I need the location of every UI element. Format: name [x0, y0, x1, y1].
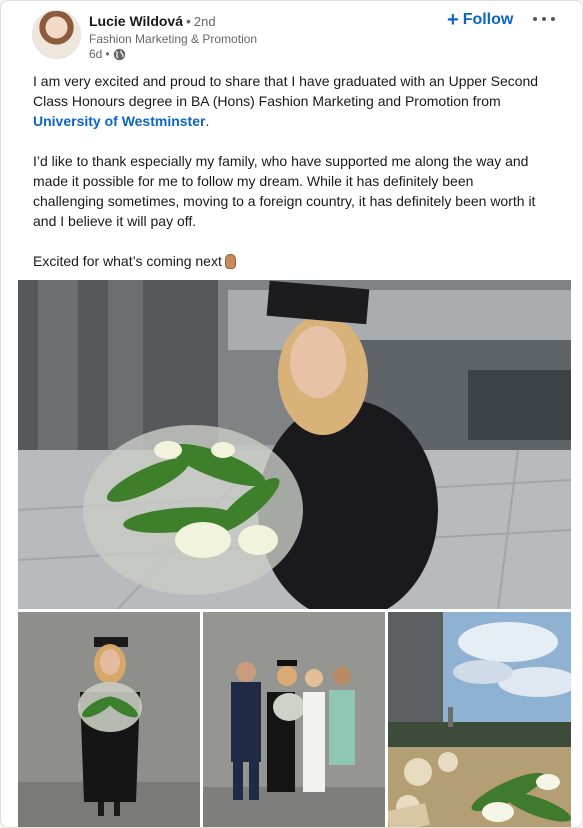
follow-button[interactable]: + Follow	[447, 8, 513, 32]
follow-label: Follow	[462, 11, 514, 28]
globe-icon	[113, 48, 126, 61]
post-text-line: Class Honours degree in BA (Hons) Fashio…	[33, 93, 501, 109]
post-meta: 6d •	[89, 47, 126, 61]
post-text-line: Excited for what’s coming next	[33, 251, 558, 271]
post-text-line: made it possible for me to follow my dre…	[33, 173, 474, 189]
post-text-line: I’d like to thank especially my family, …	[33, 153, 529, 169]
plus-icon: +	[447, 9, 459, 31]
post-time: 6d	[89, 47, 103, 61]
post-text-line: I am very excited and proud to share tha…	[33, 73, 539, 89]
post-card: Lucie Wildová • 2nd Fashion Marketing & Pr…	[0, 0, 583, 828]
separator-dot: •	[105, 47, 110, 61]
author-avatar[interactable]	[32, 10, 81, 59]
author-name[interactable]: Lucie Wildová	[89, 13, 183, 29]
post-text-line: challenging sometimes, moving to a forei…	[33, 193, 536, 209]
post-image-thumbnail[interactable]	[203, 612, 385, 827]
post-image-main[interactable]	[18, 280, 571, 609]
crossed-fingers-emoji-icon	[224, 254, 236, 269]
university-link[interactable]: University of Westminster	[33, 113, 205, 129]
author-line: Lucie Wildová • 2nd	[89, 13, 216, 29]
post-text-line: University of Westminster.	[33, 113, 210, 129]
author-headline: Fashion Marketing & Promotion	[89, 32, 258, 46]
separator-dot: •	[186, 13, 191, 29]
post-image-thumbnail[interactable]	[388, 612, 571, 827]
post-body: I am very excited and proud to share tha…	[33, 71, 558, 271]
connection-degree: 2nd	[193, 14, 216, 29]
post-text-line: and I believe it will pay off.	[33, 213, 197, 229]
post-image-thumbnail[interactable]	[18, 612, 200, 827]
more-options-icon[interactable]	[531, 7, 557, 31]
